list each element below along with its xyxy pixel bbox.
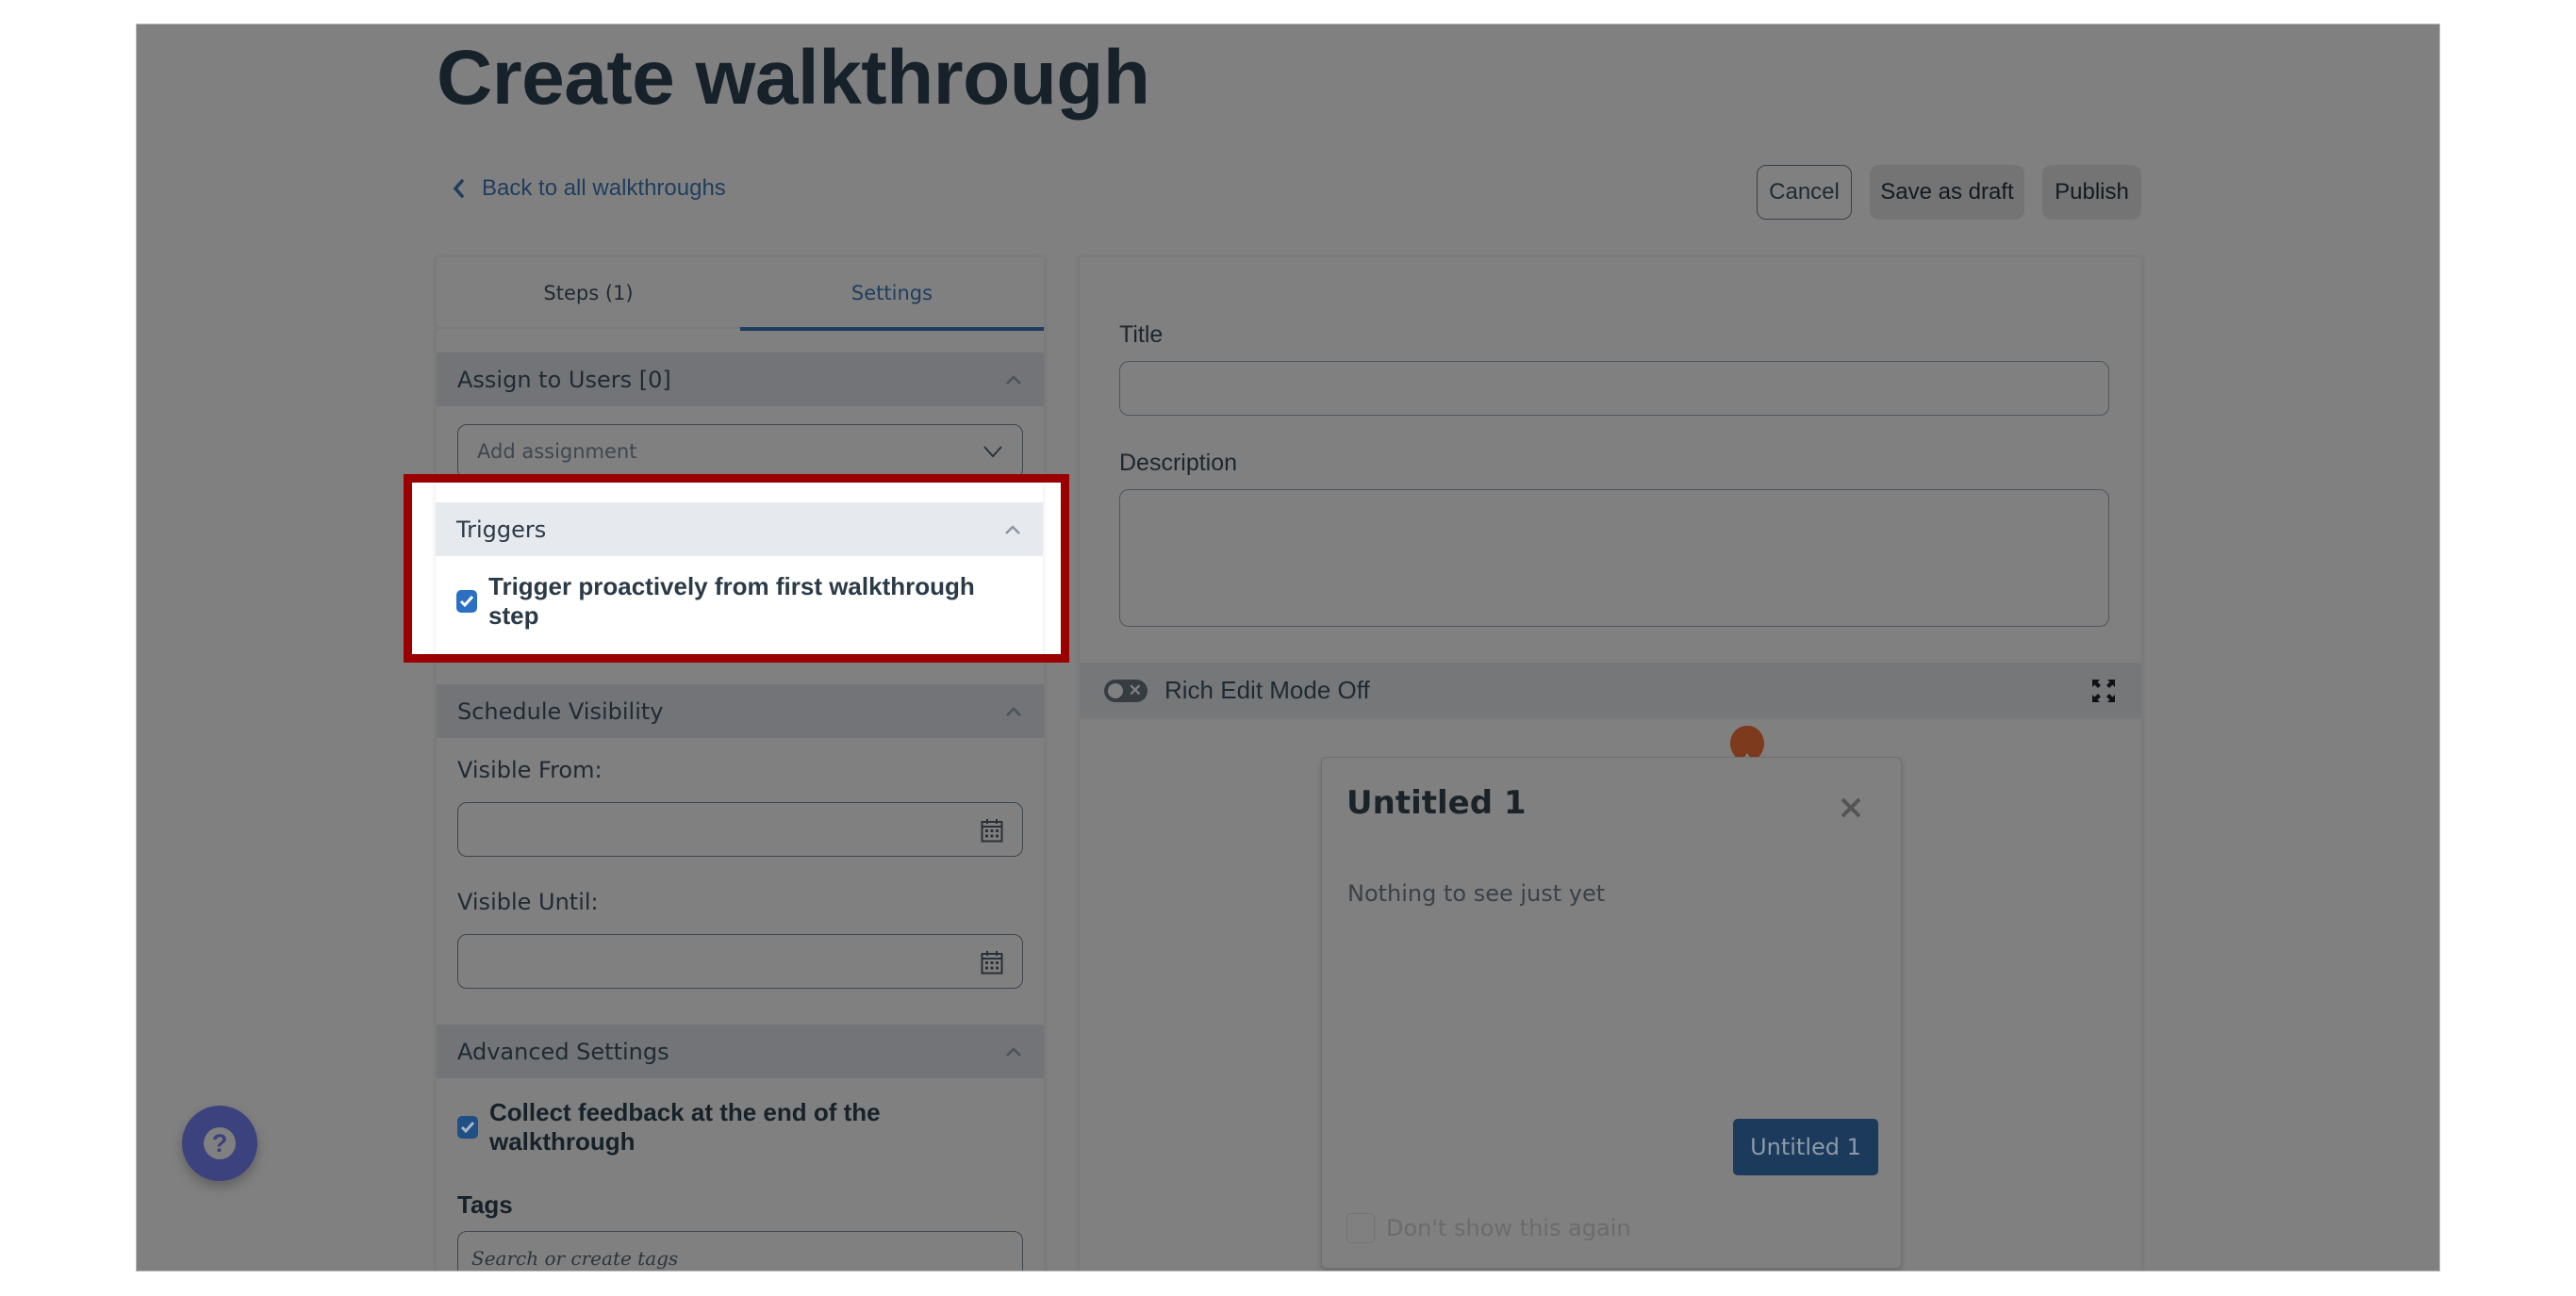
chevron-left-icon [453, 179, 464, 198]
visible-until-date-field[interactable] [457, 934, 1023, 989]
calendar-icon[interactable] [981, 950, 1003, 975]
collect-feedback-checkbox[interactable] [457, 1116, 478, 1139]
preview-next-button[interactable]: Untitled 1 [1733, 1119, 1878, 1175]
title-label: Title [1119, 321, 1164, 348]
trigger-proactively-checkbox[interactable] [456, 590, 477, 613]
step-editor-panel: Title Description ✕ Rich Edit Mode Off U… [1080, 257, 2141, 1271]
checkmark-icon [460, 1122, 475, 1134]
dont-show-again-option[interactable]: Don't show this again [1346, 1213, 1631, 1243]
rich-edit-toggle[interactable]: ✕ [1104, 679, 1148, 702]
description-label: Description [1119, 450, 1238, 476]
tags-input[interactable]: Search or create tags [457, 1231, 1023, 1271]
dont-show-again-checkbox[interactable] [1346, 1213, 1375, 1243]
panel-tabs: Steps (1) Settings [437, 257, 1044, 331]
add-assignment-dropdown[interactable]: Add assignment [457, 424, 1023, 479]
preview-step-title: Untitled 1 [1346, 784, 1527, 822]
publish-button[interactable]: Publish [2042, 165, 2141, 220]
step-preview-popover: Untitled 1 Nothing to see just yet Untit… [1321, 757, 1902, 1269]
calendar-icon[interactable] [981, 818, 1003, 843]
triggers-highlight-box: Triggers Trigger proactively from first … [404, 474, 1069, 663]
chevron-up-icon [1006, 374, 1021, 385]
expand-icon[interactable] [2090, 678, 2117, 704]
cancel-button[interactable]: Cancel [1757, 165, 1852, 220]
advanced-settings-section-header[interactable]: Advanced Settings [437, 1025, 1044, 1078]
title-input[interactable] [1119, 361, 2109, 416]
trigger-proactively-option[interactable]: Trigger proactively from first walkthrou… [456, 572, 1016, 631]
back-to-walkthroughs-link[interactable]: Back to all walkthroughs [452, 175, 726, 202]
rich-edit-toolbar: ✕ Rich Edit Mode Off [1080, 663, 2141, 718]
save-as-draft-button[interactable]: Save as draft [1870, 165, 2024, 220]
dont-show-again-label: Don't show this again [1386, 1215, 1631, 1241]
triggers-heading: Triggers [456, 516, 547, 543]
triggers-section-header[interactable]: Triggers [436, 502, 1043, 556]
schedule-visibility-section-header[interactable]: Schedule Visibility [437, 684, 1044, 738]
tab-steps[interactable]: Steps (1) [437, 257, 740, 329]
collect-feedback-label: Collect feedback at the end of the walkt… [489, 1098, 881, 1156]
toggle-off-icon: ✕ [1128, 681, 1142, 699]
description-textarea[interactable] [1119, 489, 2109, 627]
chevron-down-icon [983, 446, 1002, 458]
settings-panel: Steps (1) Settings Assign to Users [0] A… [437, 257, 1044, 1271]
assign-users-heading: Assign to Users [0] [457, 366, 671, 393]
back-link-label: Back to all walkthroughs [482, 175, 726, 201]
help-button[interactable]: ? [182, 1106, 257, 1181]
rich-edit-label: Rich Edit Mode Off [1164, 676, 1370, 704]
triggers-section: Triggers Trigger proactively from first … [436, 483, 1043, 654]
checkmark-icon [459, 596, 474, 608]
schedule-visibility-heading: Schedule Visibility [457, 697, 664, 725]
chevron-up-icon [1006, 1046, 1021, 1057]
visible-from-label: Visible From: [457, 757, 603, 783]
add-assignment-placeholder: Add assignment [477, 440, 637, 463]
close-icon[interactable] [1839, 796, 1863, 820]
visible-until-label: Visible Until: [457, 889, 599, 915]
trigger-proactively-label: Trigger proactively from first walkthrou… [488, 572, 975, 630]
help-icon: ? [204, 1127, 236, 1159]
collect-feedback-option[interactable]: Collect feedback at the end of the walkt… [457, 1098, 1017, 1157]
preview-body-text: Nothing to see just yet [1347, 880, 1606, 907]
visible-from-date-field[interactable] [457, 802, 1023, 857]
page-title: Create walkthrough [437, 35, 1150, 121]
assign-users-section-header[interactable]: Assign to Users [0] [437, 353, 1044, 406]
tags-label: Tags [457, 1190, 513, 1219]
advanced-settings-heading: Advanced Settings [457, 1038, 669, 1065]
chevron-up-icon [1006, 706, 1021, 716]
chevron-up-icon [1005, 524, 1020, 534]
tab-settings[interactable]: Settings [740, 257, 1044, 331]
